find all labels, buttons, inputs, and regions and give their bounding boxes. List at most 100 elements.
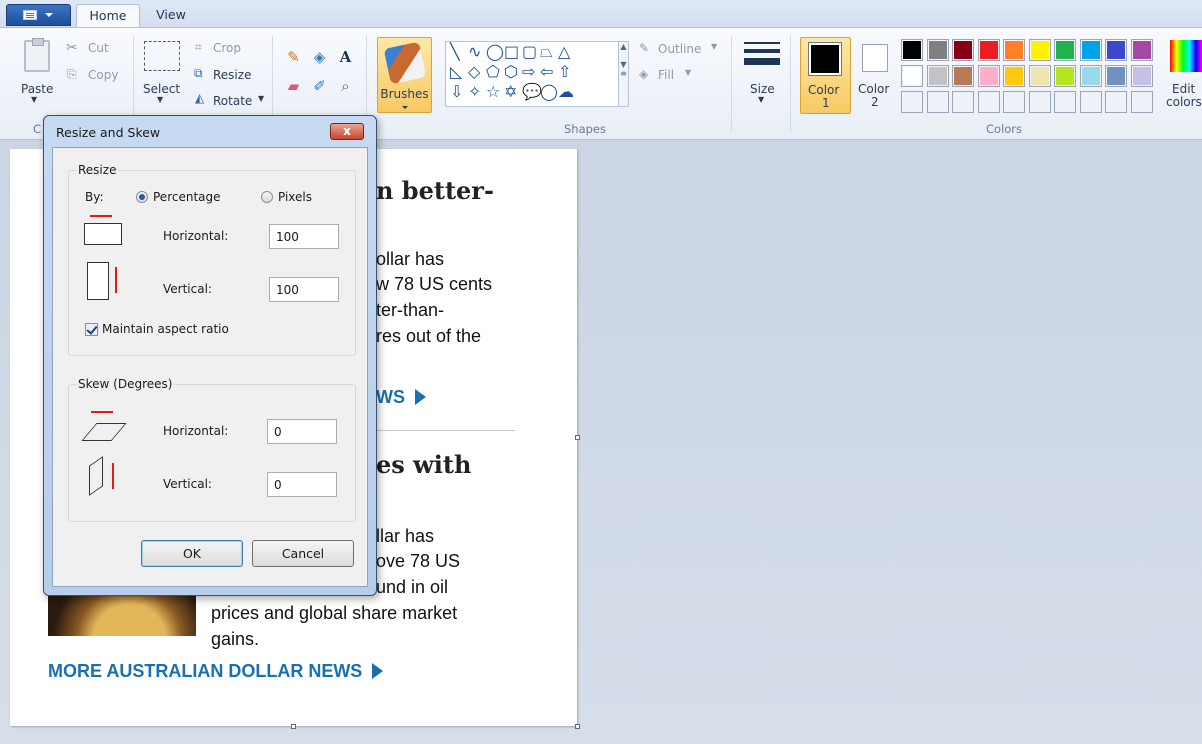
resize-handle-bottom[interactable] bbox=[291, 724, 296, 729]
color1-button[interactable]: Color 1 bbox=[800, 37, 851, 114]
custom-color-slot[interactable] bbox=[1054, 91, 1076, 113]
palette-swatch[interactable] bbox=[1003, 65, 1025, 87]
down-arrow-shape-icon[interactable]: ⇩ bbox=[450, 82, 463, 102]
oval-callout-shape-icon[interactable]: ◯ bbox=[540, 82, 558, 102]
paint-menu-button[interactable] bbox=[6, 4, 71, 26]
text-tool-icon[interactable]: A bbox=[335, 46, 356, 68]
swatch-color bbox=[979, 41, 998, 59]
custom-color-slot[interactable] bbox=[901, 91, 923, 113]
edit-colors-label: Edit bbox=[1172, 82, 1196, 96]
triangle-shape-icon[interactable]: △ bbox=[558, 42, 570, 62]
six-point-star-shape-icon[interactable]: ✡ bbox=[504, 82, 517, 102]
custom-color-slot[interactable] bbox=[1079, 91, 1102, 113]
resize-horizontal-input[interactable]: 100 bbox=[269, 224, 339, 249]
swatch-color bbox=[928, 41, 947, 59]
rectangle-shape-icon[interactable]: □ bbox=[504, 42, 519, 62]
palette-swatch[interactable] bbox=[1130, 39, 1153, 61]
resize-handle-corner[interactable] bbox=[575, 724, 580, 729]
divider bbox=[790, 36, 791, 132]
eraser-icon[interactable]: ▰ bbox=[283, 75, 304, 97]
skew-vertical-input[interactable]: 0 bbox=[267, 472, 337, 497]
palette-swatch[interactable] bbox=[901, 65, 923, 87]
palette-swatch[interactable] bbox=[1130, 65, 1153, 87]
right-arrow-shape-icon[interactable]: ⇨ bbox=[522, 62, 535, 82]
outline-icon: ✎ bbox=[639, 41, 650, 55]
crop-button[interactable]: Crop bbox=[213, 41, 241, 55]
cloud-callout-shape-icon[interactable]: ☁ bbox=[558, 82, 574, 102]
pentagon-shape-icon[interactable]: ⬠ bbox=[486, 62, 500, 82]
custom-color-slot[interactable] bbox=[1028, 91, 1051, 113]
custom-color-slot[interactable] bbox=[977, 91, 1000, 113]
palette-swatch[interactable] bbox=[901, 39, 923, 61]
pixels-label[interactable]: Pixels bbox=[278, 190, 312, 204]
palette-swatch[interactable] bbox=[1054, 65, 1076, 87]
custom-color-slot[interactable] bbox=[926, 91, 949, 113]
cut-button[interactable]: Cut bbox=[88, 41, 109, 55]
right-triangle-shape-icon[interactable]: ◺ bbox=[450, 62, 462, 82]
vertical-skew-icon bbox=[89, 456, 103, 496]
pixels-radio[interactable] bbox=[261, 191, 273, 203]
up-arrow-shape-icon[interactable]: ⇧ bbox=[558, 62, 571, 82]
maintain-aspect-label[interactable]: Maintain aspect ratio bbox=[102, 322, 229, 336]
left-arrow-shape-icon[interactable]: ⇦ bbox=[540, 62, 553, 82]
palette-swatch[interactable] bbox=[1105, 65, 1127, 87]
palette-swatch[interactable] bbox=[1079, 39, 1102, 61]
custom-color-slot[interactable] bbox=[1105, 91, 1127, 113]
palette-swatch[interactable] bbox=[1028, 39, 1051, 61]
brushes-button[interactable]: Brushes bbox=[377, 37, 432, 113]
outline-button[interactable]: Outline bbox=[658, 42, 701, 56]
divider bbox=[731, 36, 732, 132]
custom-color-slot[interactable] bbox=[1130, 91, 1153, 113]
palette-swatch[interactable] bbox=[977, 65, 1000, 87]
magnifier-icon[interactable]: ⌕ bbox=[335, 75, 356, 97]
rounded-callout-shape-icon[interactable]: 💬 bbox=[522, 82, 542, 102]
chevron-down-icon: ▼ bbox=[758, 95, 765, 104]
percentage-radio[interactable] bbox=[136, 191, 148, 203]
hexagon-shape-icon[interactable]: ⬡ bbox=[504, 62, 518, 82]
polygon-shape-icon[interactable]: ⏢ bbox=[540, 42, 553, 62]
palette-swatch[interactable] bbox=[1028, 65, 1051, 87]
four-point-star-shape-icon[interactable]: ✧ bbox=[468, 82, 481, 102]
percentage-label[interactable]: Percentage bbox=[153, 190, 221, 204]
palette-swatch[interactable] bbox=[1105, 39, 1127, 61]
resize-handle-right[interactable] bbox=[575, 435, 580, 440]
fill-button[interactable]: Fill bbox=[658, 68, 674, 82]
shapes-gallery[interactable]: ╲ ∿ ◯ □ ▢ ⏢ △ ◺ ◇ ⬠ ⬡ ⇨ ⇦ ⇧ ⇩ ✧ ☆ ✡ 💬 ◯ … bbox=[445, 41, 627, 107]
skew-horizontal-input[interactable]: 0 bbox=[267, 419, 337, 444]
chevron-down-icon: ▼ bbox=[31, 95, 38, 104]
maintain-aspect-checkbox[interactable] bbox=[85, 323, 98, 336]
palette-swatch[interactable] bbox=[952, 39, 974, 61]
cancel-button[interactable]: Cancel bbox=[252, 540, 354, 567]
tab-view[interactable]: View bbox=[146, 4, 196, 28]
color-picker-icon[interactable]: ✐ bbox=[309, 75, 330, 97]
line-shape-icon[interactable]: ╲ bbox=[450, 42, 460, 62]
color2-swatch bbox=[862, 44, 888, 72]
custom-color-slot[interactable] bbox=[1003, 91, 1025, 113]
tab-home[interactable]: Home bbox=[76, 4, 140, 28]
rounded-rectangle-shape-icon[interactable]: ▢ bbox=[522, 42, 537, 62]
five-point-star-shape-icon[interactable]: ☆ bbox=[486, 82, 500, 102]
palette-swatch[interactable] bbox=[926, 39, 949, 61]
palette-swatch[interactable] bbox=[1079, 65, 1102, 87]
palette-swatch[interactable] bbox=[1003, 39, 1025, 61]
diamond-shape-icon[interactable]: ◇ bbox=[468, 62, 480, 82]
palette-swatch[interactable] bbox=[977, 39, 1000, 61]
palette-swatch[interactable] bbox=[1054, 39, 1076, 61]
rotate-button[interactable]: Rotate bbox=[213, 94, 252, 108]
custom-color-slot[interactable] bbox=[952, 91, 974, 113]
palette-swatch[interactable] bbox=[926, 65, 949, 87]
copy-button[interactable]: Copy bbox=[88, 68, 118, 82]
resize-button[interactable]: Resize bbox=[213, 68, 251, 82]
palette-swatch[interactable] bbox=[952, 65, 974, 87]
coin-photo bbox=[48, 590, 196, 636]
curve-shape-icon[interactable]: ∿ bbox=[468, 42, 481, 62]
brush-icon bbox=[383, 41, 427, 85]
ok-button[interactable]: OK bbox=[141, 540, 243, 567]
close-button[interactable]: x bbox=[330, 123, 364, 140]
resize-vertical-input[interactable]: 100 bbox=[269, 277, 339, 302]
oval-shape-icon[interactable]: ◯ bbox=[486, 42, 504, 62]
pencil-icon[interactable]: ✎ bbox=[283, 46, 304, 68]
fill-bucket-icon[interactable]: ◈ bbox=[309, 46, 330, 68]
shapes-scrollbar[interactable]: ▲ ▼ ≡ bbox=[618, 41, 629, 107]
play-arrow-icon bbox=[415, 389, 426, 405]
